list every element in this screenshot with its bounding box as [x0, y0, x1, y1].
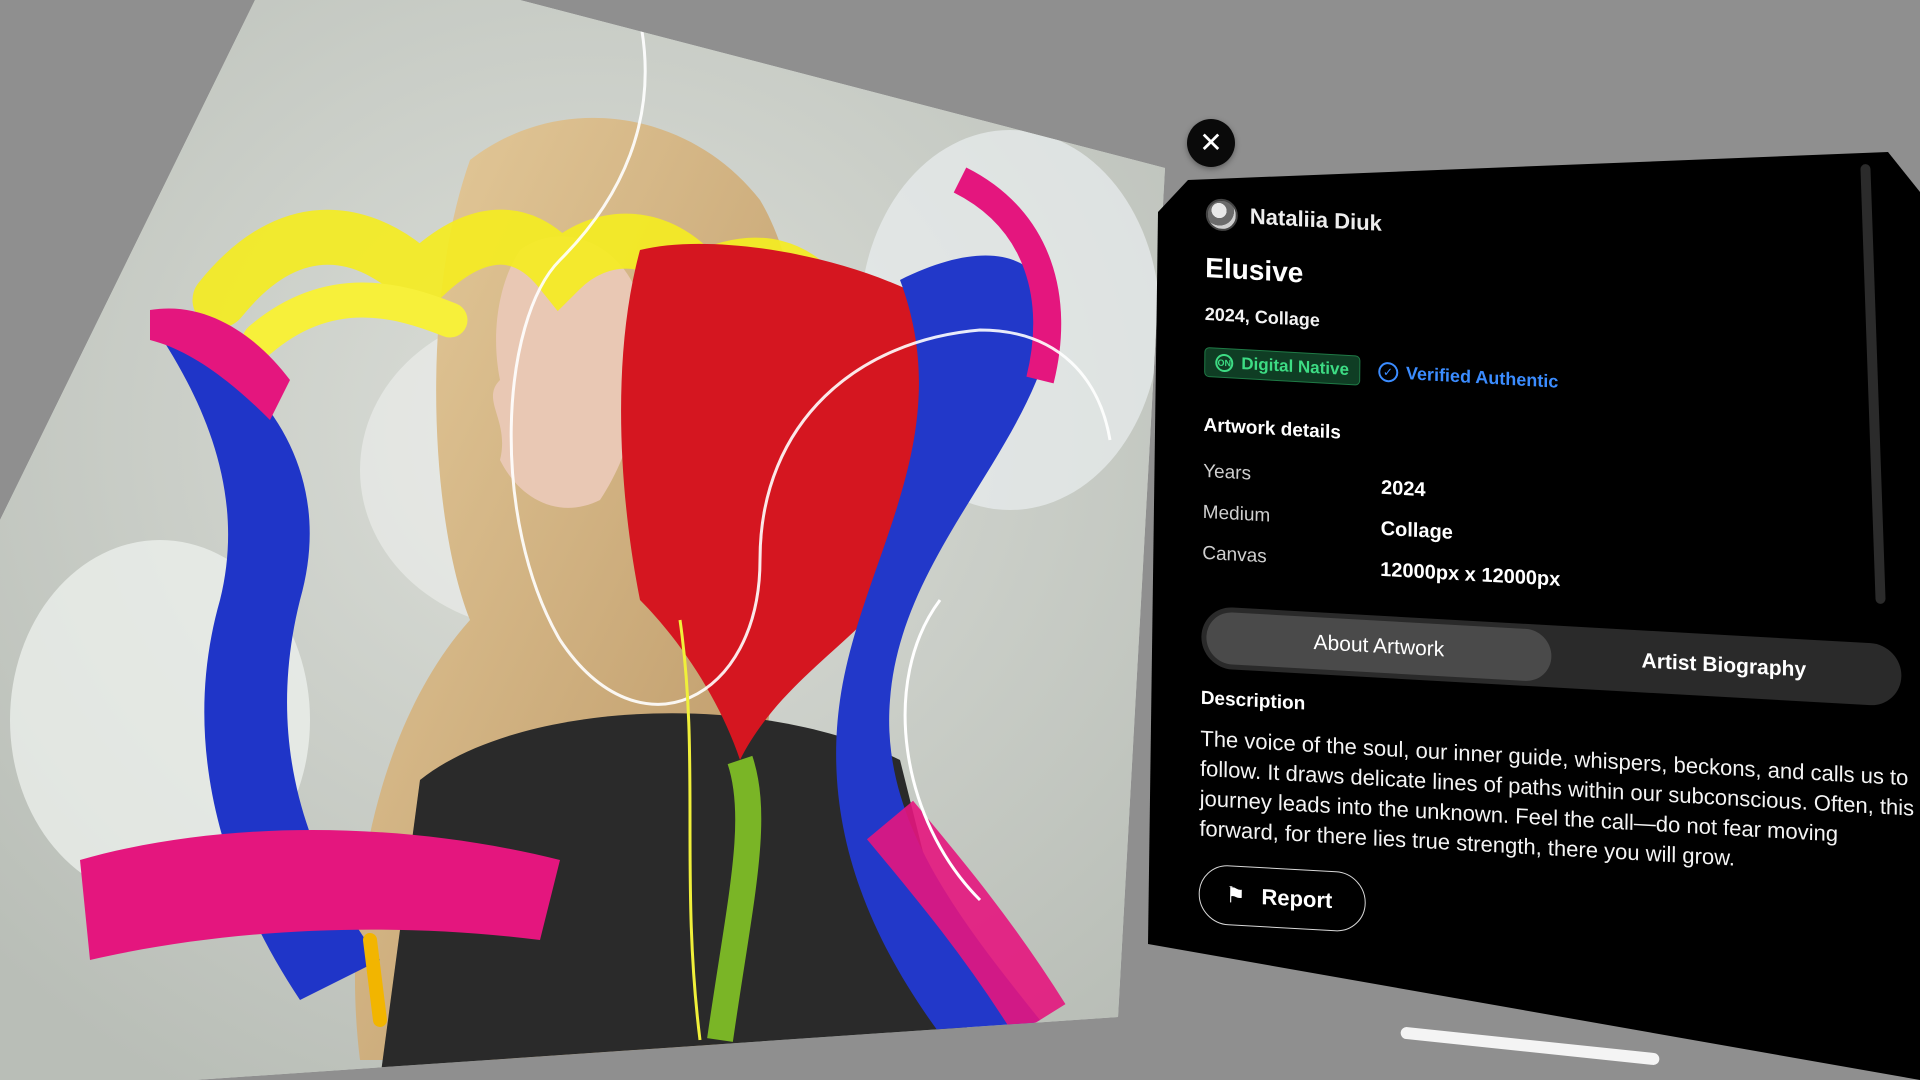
- window-grab-handle[interactable]: [1400, 1026, 1660, 1066]
- tab-artist-biography[interactable]: Artist Biography: [1551, 630, 1897, 701]
- report-label: Report: [1261, 884, 1333, 914]
- artwork-image[interactable]: [0, 0, 1165, 1080]
- avatar: [1205, 198, 1238, 232]
- verified-label: Verified Authentic: [1405, 362, 1559, 392]
- panel-content: Nataliia Diuk Elusive 2024, Collage ON D…: [1198, 198, 1920, 964]
- vr-scene: ✕ Nataliia Diuk Elusive 2024, Collage ON…: [0, 0, 1920, 1080]
- artwork-collage: [0, 0, 1165, 1080]
- artist-name[interactable]: Nataliia Diuk: [1250, 203, 1382, 236]
- tab-about-artwork[interactable]: About Artwork: [1206, 611, 1552, 683]
- report-button[interactable]: ⚑ Report: [1198, 863, 1366, 933]
- close-button[interactable]: ✕: [1187, 119, 1235, 167]
- info-tabs: About Artwork Artist Biography: [1201, 605, 1902, 707]
- detail-label-years: Years: [1203, 460, 1252, 485]
- flag-icon: ⚑: [1225, 882, 1246, 909]
- close-icon: ✕: [1199, 127, 1223, 158]
- artwork-details: Years 2024 Medium Collage Canvas 12000px…: [1202, 461, 1920, 612]
- detail-label-medium: Medium: [1202, 501, 1271, 527]
- description-text: The voice of the soul, our inner guide, …: [1199, 725, 1915, 871]
- digital-native-label: Digital Native: [1241, 353, 1350, 379]
- digital-native-badge: ON Digital Native: [1204, 346, 1361, 386]
- verified-check-icon: ✓: [1377, 361, 1399, 383]
- verified-badge: ✓ Verified Authentic: [1377, 361, 1559, 392]
- artwork-info-panel: Nataliia Diuk Elusive 2024, Collage ON D…: [1148, 152, 1920, 1080]
- digital-native-icon: ON: [1215, 353, 1234, 373]
- detail-label-canvas: Canvas: [1202, 542, 1267, 568]
